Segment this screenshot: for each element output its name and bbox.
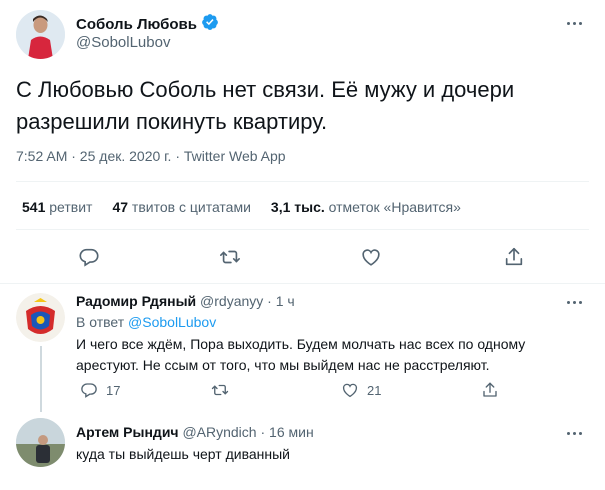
share-button[interactable] xyxy=(501,244,527,270)
reply-text: И чего все ждём, Пора выходить. Будем мо… xyxy=(76,334,591,376)
divider xyxy=(16,181,589,182)
reply-author-handle[interactable]: @rdyanyy xyxy=(200,293,263,309)
author-name-row: Соболь Любовь xyxy=(76,13,219,35)
reply-text-line: арестуют. Не ссым от того, что мы выйдем… xyxy=(76,357,490,373)
reply-time[interactable]: · 16 мин xyxy=(260,424,313,440)
divider xyxy=(0,283,605,284)
tweet-text-line: С Любовью Соболь нет связи. Её мужу и до… xyxy=(16,77,515,102)
reply-icon xyxy=(81,383,97,398)
reply-author-name[interactable]: Артем Рындич xyxy=(76,424,179,440)
tweet-timestamp[interactable]: 7:52 AM · 25 дек. 2020 г. · Twitter Web … xyxy=(16,148,286,164)
retweet-button[interactable] xyxy=(217,244,243,270)
author-handle[interactable]: @SobolLubov xyxy=(76,34,170,51)
tweet-stats: 541 ретвит 47 твитов с цитатами 3,1 тыс.… xyxy=(22,199,481,215)
reply-to-prefix: В ответ xyxy=(76,314,125,330)
more-icon[interactable] xyxy=(564,426,584,440)
more-icon[interactable] xyxy=(564,295,584,309)
reply-author-name[interactable]: Радомир Рдяный xyxy=(76,293,196,309)
reply-to-handle[interactable]: @SobolLubov xyxy=(128,314,216,330)
retweet-icon xyxy=(211,384,229,396)
retweets-label: ретвит xyxy=(49,199,93,215)
retweets-count: 541 xyxy=(22,199,46,215)
reply-avatar[interactable] xyxy=(16,418,65,467)
reply-reply-button[interactable]: 17 xyxy=(80,381,120,399)
reply-text-line: И чего все ждём, Пора выходить. Будем мо… xyxy=(76,336,526,352)
retweet-icon xyxy=(220,250,240,264)
quotes-label: твитов с цитатами xyxy=(131,199,251,215)
reply-share-button[interactable] xyxy=(481,381,499,399)
reply-author-handle[interactable]: @ARyndich xyxy=(182,424,256,440)
like-icon xyxy=(342,383,358,398)
like-icon xyxy=(362,249,380,266)
reply-button[interactable] xyxy=(76,244,102,270)
tweet-text-line: разрешили покинуть квартиру. xyxy=(16,109,328,134)
reply-icon xyxy=(79,248,99,267)
tweet-text: С Любовью Соболь нет связи. Её мужу и до… xyxy=(16,74,591,138)
reply-retweet-button[interactable] xyxy=(211,381,229,399)
reply-header: Артем Рындич @ARyndich · 16 мин xyxy=(76,424,314,440)
reply-count: 17 xyxy=(106,382,121,398)
reply-text-line: куда ты выйдешь черт диванный xyxy=(76,446,290,462)
author-avatar[interactable] xyxy=(16,10,65,59)
reply-header: Радомир Рдяный @rdyanyy · 1 ч xyxy=(76,293,295,309)
quotes-stat[interactable]: 47 твитов с цитатами xyxy=(112,199,250,215)
share-icon xyxy=(483,382,497,397)
reply-avatar[interactable] xyxy=(16,293,65,342)
author-name[interactable]: Соболь Любовь xyxy=(76,16,197,33)
likes-stat[interactable]: 3,1 тыс. отметок «Нравится» xyxy=(271,199,461,215)
verified-badge-icon xyxy=(201,13,219,35)
more-icon[interactable] xyxy=(564,16,584,30)
reply-like-button[interactable]: 21 xyxy=(341,381,381,399)
reply-time[interactable]: · 1 ч xyxy=(267,293,295,309)
divider xyxy=(16,229,589,230)
reply-to-line: В ответ @SobolLubov xyxy=(76,314,216,330)
thread-line xyxy=(40,346,42,412)
likes-count: 3,1 тыс. xyxy=(270,199,325,215)
reply-text: куда ты выйдешь черт диванный xyxy=(76,444,591,465)
likes-label: отметок «Нравится» xyxy=(328,199,461,215)
like-count: 21 xyxy=(367,382,382,398)
share-icon xyxy=(505,247,523,266)
quotes-count: 47 xyxy=(112,199,129,215)
like-button[interactable] xyxy=(358,244,384,270)
retweets-stat[interactable]: 541 ретвит xyxy=(22,199,92,215)
